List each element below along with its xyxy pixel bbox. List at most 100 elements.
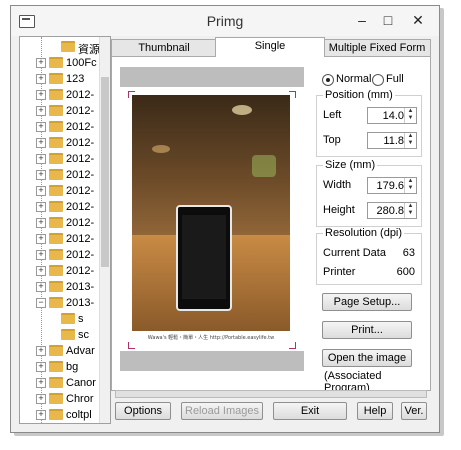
folder-icon [61, 41, 75, 52]
expand-icon[interactable]: + [36, 218, 46, 228]
expand-icon[interactable]: + [36, 186, 46, 196]
expand-icon[interactable]: + [36, 234, 46, 244]
tree-item[interactable]: − 2013- [20, 295, 100, 311]
page-setup-button[interactable]: Page Setup... [322, 293, 412, 311]
tree-item[interactable]: sc [20, 327, 100, 343]
tree-item[interactable]: s [20, 311, 100, 327]
maximize-button[interactable]: □ [375, 10, 401, 30]
current-data-value: 63 [402, 247, 415, 259]
folder-tree[interactable]: 資源回+100Fc+123+2012-+2012-+2012-+2012-+20… [19, 36, 111, 424]
tree-item[interactable]: +2012- [20, 263, 100, 279]
tree-item[interactable]: +2013- [20, 279, 100, 295]
radio-normal-dot[interactable] [322, 74, 334, 86]
expand-icon[interactable]: + [36, 170, 46, 180]
top-input[interactable]: 11.8 ▲ ▼ [367, 132, 417, 149]
options-button[interactable]: Options [115, 402, 171, 420]
tree-item-label: Advar [66, 345, 95, 357]
position-group: Position (mm) Left 14.0 ▲ ▼ Top 11.8 ▲ ▼ [316, 89, 422, 157]
expand-icon[interactable]: + [36, 282, 46, 292]
tree-item-label: sc [78, 329, 89, 341]
expand-icon[interactable]: + [36, 410, 46, 420]
exit-button[interactable]: Exit [273, 402, 347, 420]
tree-item[interactable]: +100Fc [20, 55, 100, 71]
tree-item[interactable]: +2012- [20, 135, 100, 151]
single-panel: Wawa's 輕鬆・簡單・人生 http://Portable.easylife… [111, 56, 431, 394]
crop-handle-top-left[interactable] [128, 91, 135, 98]
tree-scroll-thumb[interactable] [101, 77, 109, 267]
tree-item-label: 2013- [66, 297, 95, 309]
height-spinner[interactable]: ▲ ▼ [404, 203, 416, 218]
app-window: Primg – □ ✕ 資源回+100Fc+123+2012-+2012-+20… [10, 5, 440, 433]
expand-icon[interactable]: + [36, 362, 46, 372]
tree-item[interactable]: + bg [20, 359, 100, 375]
crop-handle-bottom-right[interactable] [289, 342, 296, 349]
top-spinner[interactable]: ▲ ▼ [404, 133, 416, 148]
left-input[interactable]: 14.0 ▲ ▼ [367, 107, 417, 124]
resolution-group-title: Resolution (dpi) [323, 227, 405, 239]
tree-item[interactable]: +2012- [20, 247, 100, 263]
expand-icon[interactable]: + [36, 106, 46, 116]
size-group: Size (mm) Width 179.6 ▲ ▼ Height 280.8 ▲ ▼ [316, 159, 422, 227]
tree-item[interactable]: + Advar [20, 343, 100, 359]
width-spinner[interactable]: ▲ ▼ [404, 178, 416, 193]
expand-icon[interactable]: + [36, 138, 46, 148]
tree-scrollbar[interactable] [99, 37, 110, 423]
folder-icon [61, 329, 75, 340]
tree-item[interactable]: +2012- [20, 119, 100, 135]
tree-item[interactable]: + Chror [20, 391, 100, 407]
tree-item[interactable]: +123 [20, 71, 100, 87]
height-input[interactable]: 280.8 ▲ ▼ [367, 202, 417, 219]
tab-single[interactable]: Single [215, 37, 325, 57]
tree-item[interactable]: +2012- [20, 167, 100, 183]
title-bar: Primg – □ ✕ [11, 6, 439, 36]
expand-icon[interactable]: + [36, 394, 46, 404]
expand-icon[interactable]: + [36, 346, 46, 356]
tree-item[interactable]: 資源回 [20, 39, 100, 56]
crop-handle-top-right[interactable] [289, 91, 296, 98]
expand-icon[interactable]: + [36, 378, 46, 388]
width-input[interactable]: 179.6 ▲ ▼ [367, 177, 417, 194]
tree-item[interactable]: + Canor [20, 375, 100, 391]
tab-thumbnail[interactable]: Thumbnail [111, 39, 217, 56]
tree-item[interactable]: + coltpl [20, 407, 100, 423]
expand-icon[interactable]: + [36, 154, 46, 164]
tree-item[interactable]: +2012- [20, 183, 100, 199]
tree-item[interactable]: +2012- [20, 151, 100, 167]
help-button[interactable]: Help [357, 402, 393, 420]
tree-item[interactable]: +2012- [20, 87, 100, 103]
collapse-icon[interactable]: − [36, 298, 46, 308]
print-button[interactable]: Print... [322, 321, 412, 339]
expand-icon[interactable]: + [36, 122, 46, 132]
version-button[interactable]: Ver. [401, 402, 427, 420]
minimize-button[interactable]: – [349, 10, 375, 30]
open-image-button[interactable]: Open the image [322, 349, 412, 367]
tree-item[interactable]: +2012- [20, 231, 100, 247]
expand-icon[interactable]: + [36, 266, 46, 276]
tree-item[interactable]: +2012- [20, 215, 100, 231]
width-value: 179.6 [376, 180, 404, 192]
crop-handle-bottom-left[interactable] [128, 342, 135, 349]
tree-item-label: 2012- [66, 121, 95, 133]
tree-item[interactable]: +2012- [20, 103, 100, 119]
current-data-label: Current Data [323, 247, 386, 259]
folder-icon [49, 345, 63, 356]
tree-item-label: bg [66, 361, 79, 373]
expand-icon[interactable]: + [36, 202, 46, 212]
expand-icon[interactable]: + [36, 74, 46, 84]
tree-item-label: 100Fc [66, 57, 97, 69]
tree-item-label: 2012- [66, 89, 95, 101]
progress-bar [115, 390, 427, 398]
tab-multiple-fixed-form[interactable]: Multiple Fixed Form [323, 39, 431, 56]
tree-item-label: 2012- [66, 137, 95, 149]
reload-images-button[interactable]: Reload Images [181, 402, 263, 420]
tree-item[interactable]: +2012- [20, 199, 100, 215]
tree-item-label: 2013- [66, 281, 95, 293]
expand-icon[interactable]: + [36, 58, 46, 68]
left-spinner[interactable]: ▲ ▼ [404, 108, 416, 123]
tree-item-label: 2012- [66, 105, 95, 117]
expand-icon[interactable]: + [36, 90, 46, 100]
close-button[interactable]: ✕ [403, 10, 433, 30]
expand-icon[interactable]: + [36, 250, 46, 260]
radio-full-dot[interactable] [372, 74, 384, 86]
radio-normal-label: Normal [336, 73, 372, 85]
